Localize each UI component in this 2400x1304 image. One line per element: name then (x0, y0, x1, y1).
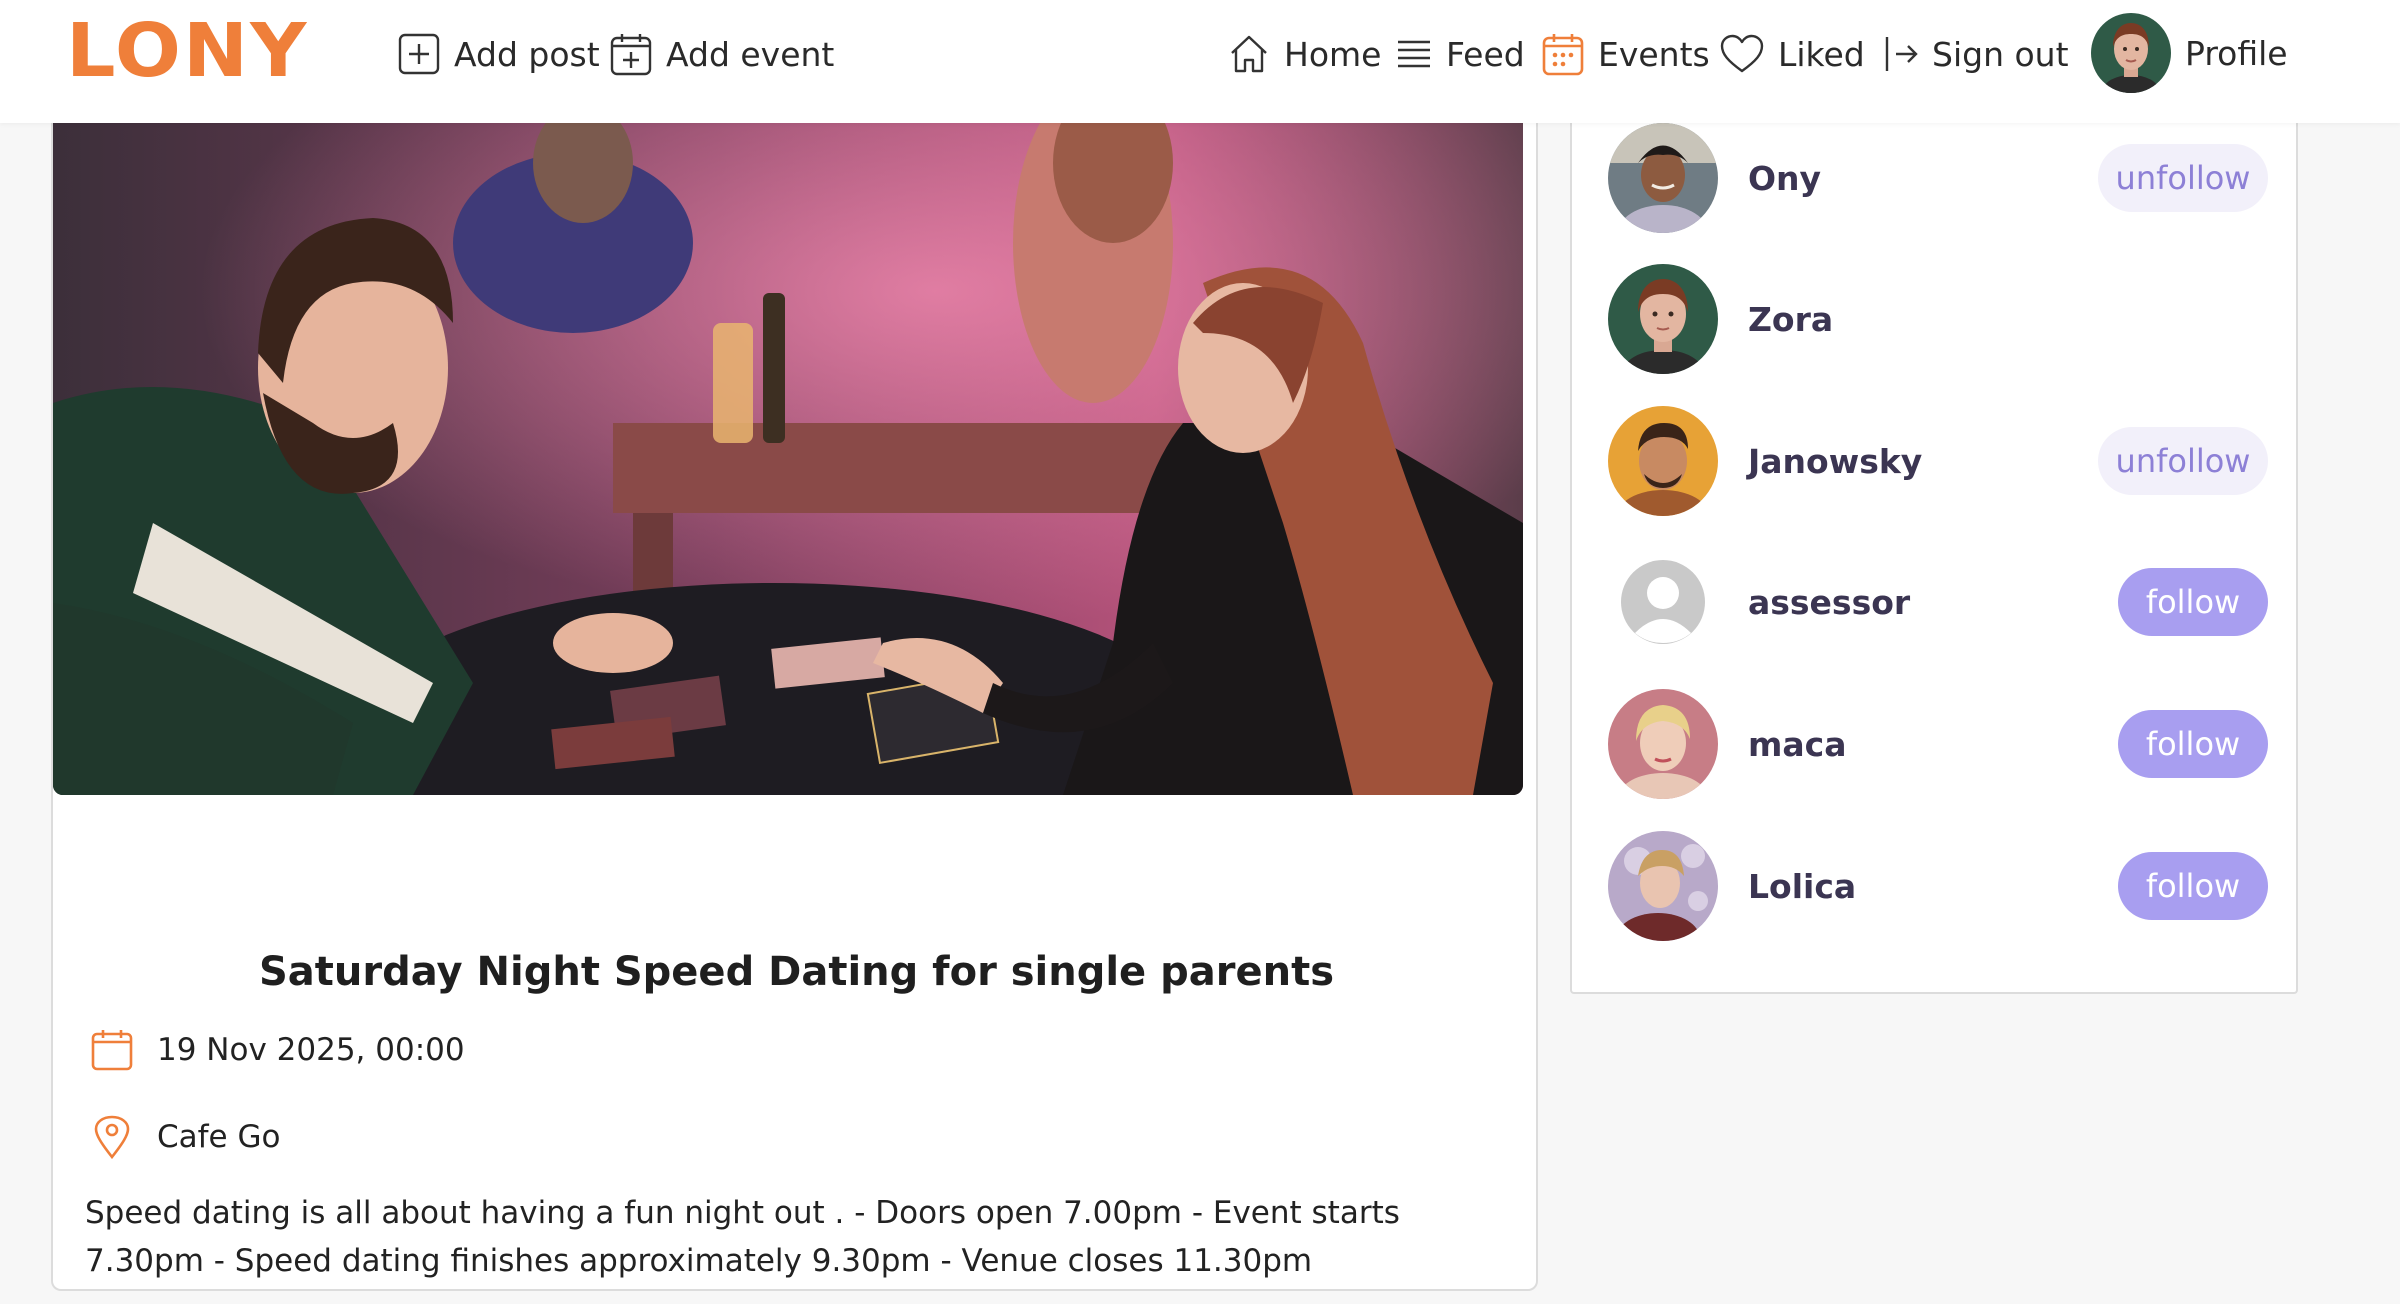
default-avatar-icon[interactable] (1608, 547, 1718, 657)
home-icon (1231, 35, 1267, 73)
follow-button[interactable]: follow (2118, 852, 2268, 920)
event-location: Cafe Go (157, 1119, 281, 1155)
profile-avatar (2091, 13, 2171, 93)
suggested-users-panel: Ony unfollow Zora Janowsky unfollow asse… (1570, 123, 2298, 994)
user-name[interactable]: Lolica (1748, 867, 1856, 906)
unfollow-button[interactable]: unfollow (2098, 144, 2268, 212)
user-name[interactable]: Zora (1748, 300, 1833, 339)
user-name[interactable]: maca (1748, 725, 1846, 764)
user-row-lolica: Lolica follow (1608, 831, 2268, 941)
nav-home[interactable]: Home (1228, 26, 1381, 82)
user-row-janowsky: Janowsky unfollow (1608, 406, 2268, 516)
follow-button[interactable]: follow (2118, 568, 2268, 636)
event-card: Saturday Night Speed Dating for single p… (51, 123, 1538, 1291)
avatar[interactable] (1608, 406, 1718, 516)
follow-button[interactable]: follow (2118, 710, 2268, 778)
location-pin-icon (94, 1115, 130, 1159)
add-event-button[interactable]: Add event (610, 26, 834, 82)
user-name[interactable]: Janowsky (1748, 442, 1922, 481)
sign-out-icon (1885, 37, 1918, 71)
top-navbar: LONY Add post Add event Home Feed Events… (0, 0, 2400, 123)
nav-home-label: Home (1284, 34, 1382, 74)
avatar[interactable] (1608, 264, 1718, 374)
nav-feed-label: Feed (1446, 34, 1525, 74)
list-icon (1398, 40, 1430, 68)
nav-sign-out[interactable]: Sign out (1884, 26, 2069, 82)
nav-liked[interactable]: Liked (1720, 26, 1865, 82)
calendar-plus-icon (610, 34, 652, 76)
user-row-assessor: assessor follow (1608, 547, 2268, 657)
user-name[interactable]: assessor (1748, 583, 1910, 622)
nav-events-label: Events (1598, 34, 1710, 74)
add-post-label: Add post (454, 34, 600, 74)
user-row-zora: Zora (1608, 264, 2268, 374)
add-event-label: Add event (666, 34, 835, 74)
nav-events[interactable]: Events (1542, 26, 1710, 82)
event-photo[interactable] (53, 123, 1523, 795)
user-row-ony: Ony unfollow (1608, 123, 2268, 233)
nav-feed[interactable]: Feed (1396, 26, 1525, 82)
user-row-maca: maca follow (1608, 689, 2268, 799)
avatar[interactable] (1608, 831, 1718, 941)
avatar[interactable] (1608, 123, 1718, 233)
add-post-button[interactable]: Add post (398, 26, 600, 82)
heart-icon (1720, 34, 1764, 73)
nav-profile-label: Profile (2185, 33, 2288, 73)
event-date: 19 Nov 2025, 00:00 (157, 1032, 465, 1068)
user-name[interactable]: Ony (1748, 159, 1821, 198)
event-date-row: 19 Nov 2025, 00:00 (91, 1029, 465, 1071)
nav-profile[interactable]: Profile (2091, 13, 2288, 93)
avatar[interactable] (1608, 689, 1718, 799)
lony-logo[interactable]: LONY (66, 8, 309, 94)
event-description: Speed dating is all about having a fun n… (85, 1195, 1400, 1279)
calendar-icon (1542, 34, 1584, 76)
unfollow-button[interactable]: unfollow (2098, 427, 2268, 495)
plus-square-icon (398, 33, 440, 75)
event-title: Saturday Night Speed Dating for single p… (259, 949, 1334, 995)
nav-sign-out-label: Sign out (1932, 34, 2069, 74)
event-location-row: Cafe Go (91, 1115, 280, 1159)
calendar-icon (91, 1030, 133, 1071)
nav-liked-label: Liked (1778, 34, 1865, 74)
